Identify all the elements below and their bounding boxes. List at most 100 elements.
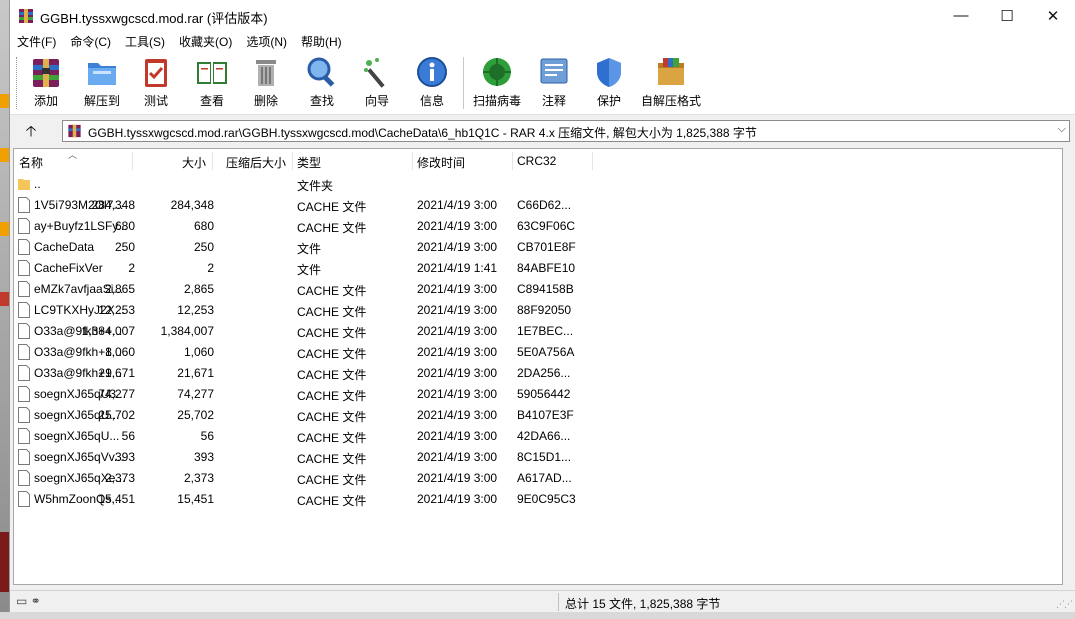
trash-can-icon [256, 60, 276, 86]
column-name[interactable]: 名称 [19, 154, 43, 171]
virus-scan-button[interactable]: 扫描病毒 [469, 55, 525, 111]
file-crc: C894158B [517, 282, 574, 296]
comment-icon [540, 58, 568, 84]
parent-folder-row[interactable]: .. 文件夹 [14, 174, 1062, 195]
column-divider[interactable] [132, 152, 133, 170]
file-row[interactable]: O33a@9fkh++... 1,384,007 1,384,007 CACHE 文件… [14, 321, 1062, 342]
column-modified[interactable]: 修改时间 [417, 154, 465, 171]
column-size[interactable]: 大小 [182, 154, 206, 171]
file-packed-size: 393 [193, 450, 214, 464]
column-crc[interactable]: CRC32 [517, 154, 556, 168]
file-name: CacheFixVer [34, 261, 103, 275]
menu-help[interactable]: 帮助(H) [294, 31, 349, 51]
column-packed[interactable]: 压缩后大小 [226, 154, 286, 171]
file-modified: 2021/4/19 1:41 [417, 261, 498, 275]
file-size: 680 [114, 219, 135, 233]
file-crc: 84ABFE10 [517, 261, 576, 275]
column-divider[interactable] [292, 152, 293, 170]
address-dropdown-icon[interactable]: ⌵ [1058, 123, 1066, 136]
address-bar: 🡡 GGBH.tyssxwgcscd.mod.rar\GGBH.tyssxwgc… [10, 116, 1075, 146]
file-icon [18, 386, 30, 402]
file-crc: B4107E3F [517, 408, 574, 422]
file-type: CACHE 文件 [297, 284, 367, 298]
close-button[interactable]: ✕ [1030, 0, 1075, 31]
protect-button[interactable]: 保护 [581, 55, 637, 111]
file-type: CACHE 文件 [297, 347, 367, 361]
maximize-button[interactable]: ☐ [984, 0, 1030, 31]
find-button[interactable]: 查找 [294, 55, 350, 111]
drive-icons[interactable]: ▭ ⚭ [16, 594, 41, 608]
file-packed-size: 2 [207, 261, 214, 275]
menu-file[interactable]: 文件(F) [10, 31, 63, 51]
menu-favorites[interactable]: 收藏夹(O) [172, 31, 239, 51]
file-list[interactable]: 名称 ︿ 大小 压缩后大小 类型 修改时间 CRC32 .. 文件夹 1V5i793… [13, 148, 1063, 585]
taskbar-fragment [0, 612, 1075, 619]
menu-tools[interactable]: 工具(S) [118, 31, 172, 51]
file-packed-size: 56 [200, 429, 214, 443]
file-crc: 88F92050 [517, 303, 572, 317]
column-divider[interactable] [212, 152, 213, 170]
file-icon [18, 449, 30, 465]
file-row[interactable]: 1V5i793M2Ol7... 284,348 284,348 CACHE 文件 202… [14, 195, 1062, 216]
file-icon [18, 302, 30, 318]
resize-grip-icon[interactable]: ⋰⋰ [1056, 599, 1073, 610]
view-button[interactable]: 查看 [184, 55, 240, 111]
column-divider[interactable] [512, 152, 513, 170]
file-row[interactable]: soegnXJ65qU... 25,702 25,702 CACHE 文件 2021/4… [14, 405, 1062, 426]
delete-button[interactable]: 删除 [238, 55, 294, 111]
file-icon [18, 323, 30, 339]
file-packed-size: 25,702 [177, 408, 214, 422]
comment-label: 注释 [541, 94, 566, 108]
file-packed-size: 12,253 [177, 303, 214, 317]
file-row[interactable]: CacheData 250 250 文件 2021/4/19 3:00 CB701E8F [14, 237, 1062, 258]
file-packed-size: 15,451 [177, 492, 214, 506]
file-packed-size: 21,671 [177, 366, 214, 380]
desktop-icon-fragment [0, 94, 9, 108]
info-button[interactable]: 信息 [404, 55, 460, 111]
file-row[interactable]: W5hmZoonQs... 15,451 15,451 CACHE 文件 2021/4/… [14, 489, 1062, 510]
file-size: 2 [128, 261, 135, 275]
column-type[interactable]: 类型 [297, 154, 321, 171]
file-packed-size: 250 [193, 240, 214, 254]
extract-to-button[interactable]: 解压到 [74, 55, 130, 111]
file-row[interactable]: O33a@9fkh+8... 1,060 1,060 CACHE 文件 2021/4/1… [14, 342, 1062, 363]
file-crc: 5E0A756A [517, 345, 575, 359]
sfx-box-icon [658, 58, 684, 85]
file-row[interactable]: ay+Buyfz1LSFy... 680 680 CACHE 文件 2021/4/19 … [14, 216, 1062, 237]
minimize-button[interactable]: — [938, 0, 984, 31]
wizard-button[interactable]: 向导 [349, 55, 405, 111]
file-row[interactable]: CacheFixVer 2 2 文件 2021/4/19 1:41 84ABFE10 [14, 258, 1062, 279]
column-divider[interactable] [412, 152, 413, 170]
up-folder-button[interactable]: 🡡 [20, 121, 42, 141]
column-divider[interactable] [592, 152, 593, 170]
file-row[interactable]: soegnXJ65qU... 56 56 CACHE 文件 2021/4/19 3:00… [14, 426, 1062, 447]
comment-button[interactable]: 注释 [526, 55, 582, 111]
desktop-icon-fragment [0, 292, 9, 306]
file-size: 56 [121, 429, 135, 443]
file-icon [18, 365, 30, 381]
file-row[interactable]: soegnXJ65qVv... 393 393 CACHE 文件 2021/4/19 3… [14, 447, 1062, 468]
address-field[interactable]: GGBH.tyssxwgcscd.mod.rar\GGBH.tyssxwgcsc… [62, 120, 1070, 142]
file-row[interactable]: O33a@9fkh+9... 21,671 21,671 CACHE 文件 2021/4… [14, 363, 1062, 384]
extract-to-label: 解压到 [83, 94, 120, 108]
file-row[interactable]: LC9TKXHyJ2X... 12,253 12,253 CACHE 文件 2021/4… [14, 300, 1062, 321]
menu-options[interactable]: 选项(N) [239, 31, 294, 51]
title-bar[interactable]: GGBH.tyssxwgcscd.mod.rar (评估版本) — ☐ ✕ [10, 0, 1075, 31]
test-button[interactable]: 测试 [128, 55, 184, 111]
file-modified: 2021/4/19 3:00 [417, 408, 498, 422]
file-row[interactable]: eMZk7avfjaaSi... 2,865 2,865 CACHE 文件 2021/4… [14, 279, 1062, 300]
add-button[interactable]: 添加 [18, 55, 74, 111]
test-label: 测试 [143, 94, 168, 108]
sfx-button[interactable]: 自解压格式 [637, 55, 705, 111]
file-crc: CB701E8F [517, 240, 576, 254]
file-row[interactable]: soegnXJ65qU3... 74,277 74,277 CACHE 文件 2021/… [14, 384, 1062, 405]
desktop-background [0, 0, 9, 619]
file-row[interactable]: soegnXJ65qXe... 2,373 2,373 CACHE 文件 2021/4/… [14, 468, 1062, 489]
file-modified: 2021/4/19 3:00 [417, 492, 498, 506]
file-icon [18, 197, 30, 213]
file-size: 74,277 [98, 387, 135, 401]
find-label: 查找 [309, 94, 334, 108]
menu-commands[interactable]: 命令(C) [63, 31, 118, 51]
file-size: 15,451 [98, 492, 135, 506]
clipboard-check-icon [145, 59, 167, 87]
